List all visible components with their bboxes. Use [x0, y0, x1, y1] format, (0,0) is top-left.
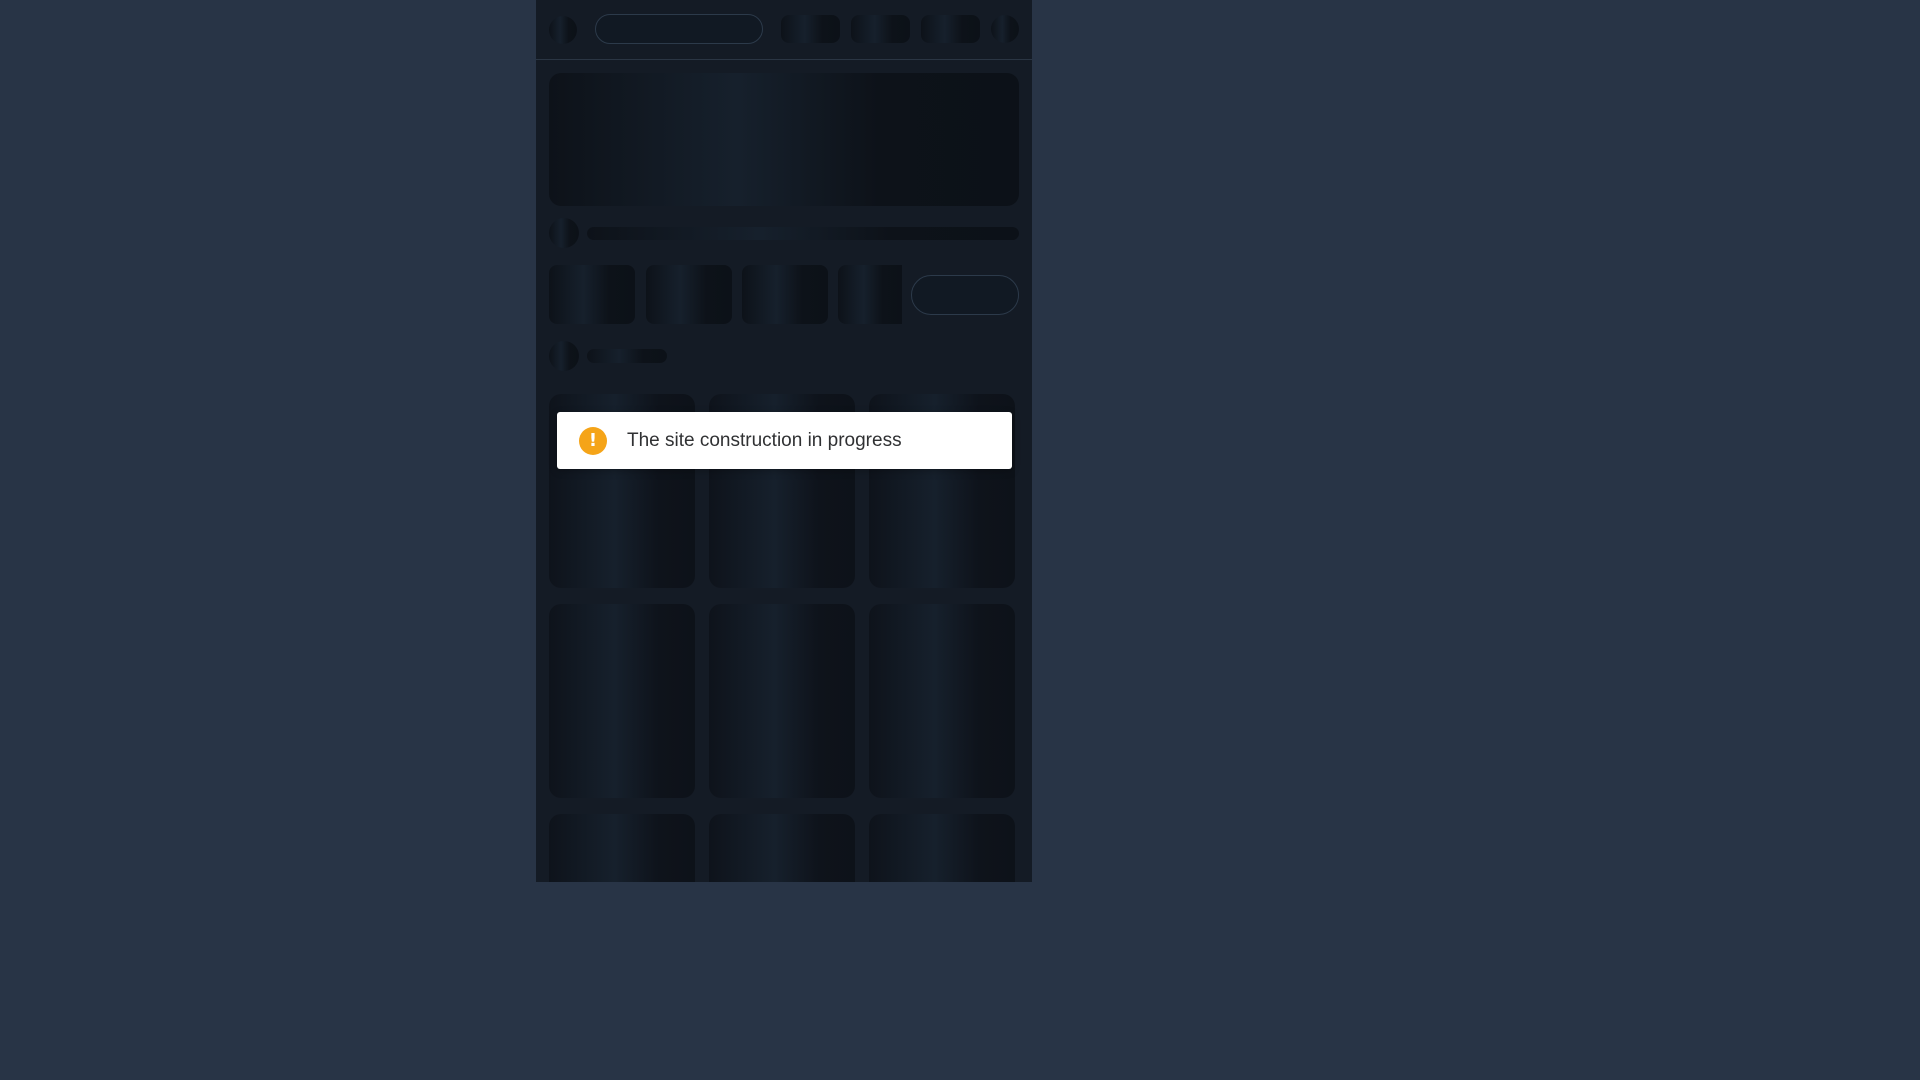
game-card-placeholder: [869, 814, 1015, 882]
game-card-placeholder: [549, 604, 695, 798]
category-placeholder-3: [742, 265, 828, 324]
toast-message: The site construction in progress: [627, 429, 902, 451]
game-card-placeholder: [869, 604, 1015, 798]
category-placeholder-4: [838, 265, 902, 324]
section-icon-placeholder: [549, 341, 579, 371]
category-placeholder-2: [646, 265, 732, 324]
banner-placeholder: [549, 73, 1019, 206]
header-skeleton: [536, 0, 1032, 60]
warning-icon: !: [579, 426, 607, 455]
game-card-placeholder: [709, 814, 855, 882]
nav-item-placeholder-2: [851, 15, 910, 43]
announcement-text-placeholder: [587, 227, 1019, 240]
game-card-placeholder: [709, 604, 855, 798]
game-card-placeholder: [549, 814, 695, 882]
avatar-placeholder: [991, 15, 1019, 43]
announcement-icon-placeholder: [549, 218, 579, 248]
section-title-placeholder: [587, 349, 667, 363]
search-input-placeholder[interactable]: [595, 14, 763, 44]
logo-placeholder: [549, 16, 577, 44]
nav-item-placeholder-1: [781, 15, 840, 43]
nav-item-placeholder-3: [921, 15, 980, 43]
construction-notice-toast: ! The site construction in progress: [557, 412, 1012, 469]
category-placeholder-1: [549, 265, 635, 324]
more-button-placeholder[interactable]: [911, 275, 1019, 315]
